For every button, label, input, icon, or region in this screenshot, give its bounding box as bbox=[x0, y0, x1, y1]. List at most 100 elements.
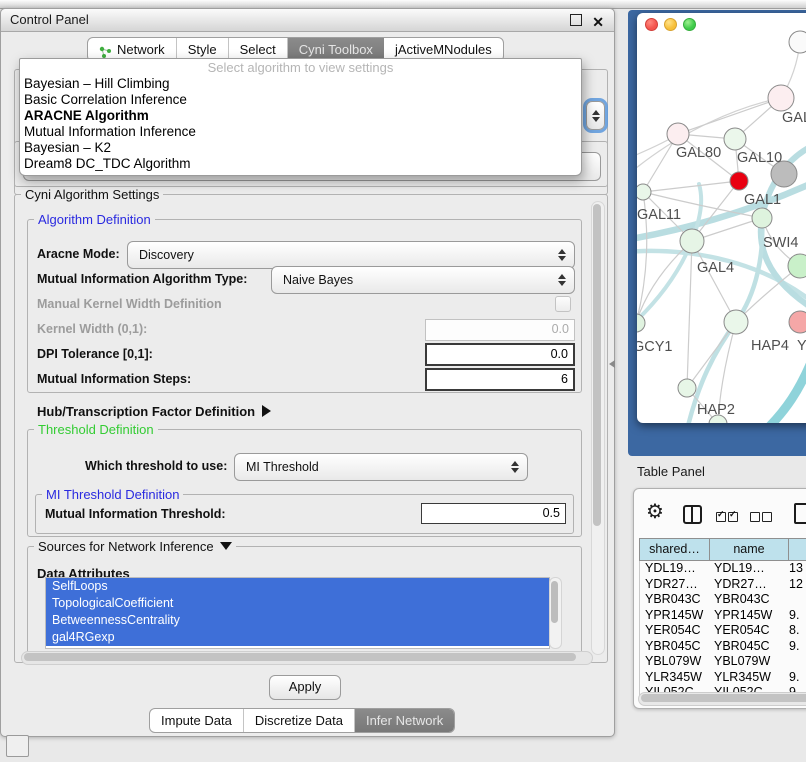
table-cell: YDL19… bbox=[709, 561, 787, 577]
table-column-header[interactable]: A bbox=[789, 539, 806, 560]
table-cell: YDR27… bbox=[640, 577, 709, 593]
network-edge[interactable] bbox=[766, 360, 806, 423]
gear-icon[interactable]: ⚙ bbox=[646, 502, 664, 522]
network-node[interactable] bbox=[789, 311, 806, 333]
hub-section-toggle[interactable]: Hub/Transcription Factor Definition bbox=[37, 404, 271, 419]
combo-arrows-icon bbox=[511, 461, 519, 473]
table-cell: 9. bbox=[787, 670, 806, 686]
table-row[interactable]: YDL19…YDL19…13 bbox=[640, 561, 806, 577]
algorithm-option[interactable]: ARACNE Algorithm bbox=[20, 108, 581, 124]
select-all-icon[interactable] bbox=[716, 509, 740, 527]
which-threshold-select[interactable]: MI Threshold bbox=[234, 453, 528, 481]
settings-hscrollbar[interactable] bbox=[21, 651, 593, 665]
network-node[interactable] bbox=[637, 184, 651, 200]
attribute-item[interactable]: TopologicalCoefficient bbox=[46, 595, 549, 612]
attribute-item[interactable]: gal4RGexp bbox=[46, 629, 549, 646]
algorithm-option[interactable]: Basic Correlation Inference bbox=[20, 92, 581, 108]
network-node[interactable] bbox=[730, 172, 748, 190]
table-row[interactable]: YDR27…YDR27…12 bbox=[640, 577, 806, 593]
panel-splitter-handle[interactable] bbox=[609, 360, 615, 368]
table-body: YDL19…YDL19…13YDR27…YDR27…12YBR043CYBR04… bbox=[639, 561, 806, 701]
network-node[interactable] bbox=[752, 208, 772, 228]
table-row[interactable]: YER054CYER054C8. bbox=[640, 623, 806, 639]
unchecked-box-icon bbox=[762, 512, 772, 522]
dpi-tolerance-field[interactable]: 0.0 bbox=[425, 343, 575, 366]
tab-impute-data[interactable]: Impute Data bbox=[150, 709, 244, 732]
control-panel-window: Control Panel ✕ Network Style Se bbox=[0, 8, 615, 737]
network-node[interactable] bbox=[724, 310, 748, 334]
network-window[interactable]: GALGAL80GAL10GAL1GAL11SWI4GAL4GCY1HAP4YH… bbox=[637, 13, 806, 423]
tab-discretize-data[interactable]: Discretize Data bbox=[244, 709, 355, 732]
scrollbar-thumb[interactable] bbox=[24, 653, 576, 661]
scrollbar-thumb[interactable] bbox=[641, 694, 806, 702]
table-hscrollbar[interactable] bbox=[638, 692, 806, 706]
expanded-arrow-icon bbox=[220, 542, 232, 550]
table-cell: YPR145W bbox=[640, 608, 709, 624]
table-cell: 9. bbox=[787, 639, 806, 655]
algorithm-option[interactable]: Mutual Information Inference bbox=[20, 124, 581, 140]
attribute-item[interactable]: SelfLoops bbox=[46, 578, 549, 595]
apply-button[interactable]: Apply bbox=[269, 675, 341, 700]
mi-threshold-title: MI Threshold Definition bbox=[42, 487, 183, 502]
checked-box-icon bbox=[728, 512, 738, 522]
table-cell: YDL19… bbox=[640, 561, 709, 577]
algorithm-combobox-arrow[interactable] bbox=[586, 101, 605, 130]
attributes-vscrollbar[interactable] bbox=[549, 577, 562, 649]
checked-box-icon bbox=[716, 512, 726, 522]
algorithm-popup-prompt: Select algorithm to view settings bbox=[20, 59, 581, 76]
mi-threshold-label: Mutual Information Threshold: bbox=[45, 507, 226, 521]
network-edge[interactable] bbox=[678, 98, 781, 134]
table-row[interactable]: YBL079WYBL079W bbox=[640, 654, 806, 670]
scrollbar-thumb[interactable] bbox=[593, 204, 601, 526]
algorithm-option[interactable]: Bayesian – Hill Climbing bbox=[20, 76, 581, 92]
table-column-header[interactable]: name bbox=[710, 539, 789, 560]
settings-vscrollbar[interactable] bbox=[591, 201, 605, 655]
control-panel-title: Control Panel bbox=[10, 12, 89, 27]
columns-icon[interactable] bbox=[683, 505, 702, 524]
table-cell: YLR345W bbox=[640, 670, 709, 686]
table-cell bbox=[787, 592, 806, 608]
network-edge[interactable] bbox=[643, 181, 739, 192]
network-node[interactable] bbox=[789, 31, 806, 53]
data-attributes-list[interactable]: SelfLoopsTopologicalCoefficientBetweenne… bbox=[45, 577, 550, 649]
algorithm-popup: Select algorithm to view settings Bayesi… bbox=[19, 58, 582, 176]
aracne-mode-select[interactable]: Discovery bbox=[127, 241, 575, 269]
network-node[interactable] bbox=[788, 254, 806, 278]
mi-type-select[interactable]: Naive Bayes bbox=[271, 266, 575, 294]
mi-steps-field[interactable]: 6 bbox=[425, 368, 575, 391]
table-row[interactable]: YBR045CYBR045C9. bbox=[640, 639, 806, 655]
table-row[interactable]: YBR043CYBR043C bbox=[640, 592, 806, 608]
table-column-header[interactable]: shared… bbox=[640, 539, 710, 560]
scrollbar-thumb[interactable] bbox=[551, 581, 558, 623]
sources-title[interactable]: Sources for Network Inference bbox=[34, 539, 236, 554]
mi-threshold-field[interactable]: 0.5 bbox=[421, 503, 566, 524]
collapsed-panel-button[interactable] bbox=[6, 735, 29, 757]
cyni-settings-title: Cyni Algorithm Settings bbox=[21, 187, 163, 202]
network-node[interactable] bbox=[637, 314, 645, 332]
collapsed-arrow-icon bbox=[262, 405, 271, 417]
network-canvas[interactable]: GALGAL80GAL10GAL1GAL11SWI4GAL4GCY1HAP4YH… bbox=[637, 13, 806, 423]
float-window-icon[interactable] bbox=[570, 14, 582, 26]
tab-infer-network[interactable]: Infer Network bbox=[355, 709, 454, 732]
algorithm-option[interactable]: Dream8 DC_TDC Algorithm bbox=[20, 156, 581, 172]
manual-kernel-checkbox[interactable] bbox=[555, 296, 571, 312]
export-table-icon[interactable] bbox=[794, 503, 806, 524]
table-panel-title: Table Panel bbox=[637, 464, 705, 479]
manual-kernel-label: Manual Kernel Width Definition bbox=[37, 297, 222, 311]
network-edge[interactable] bbox=[692, 241, 736, 322]
deselect-all-icon[interactable] bbox=[750, 509, 774, 527]
network-edge[interactable] bbox=[687, 241, 692, 388]
network-node[interactable] bbox=[724, 128, 746, 150]
network-node[interactable] bbox=[678, 379, 696, 397]
table-cell: YBR045C bbox=[709, 639, 787, 655]
combo-arrows-icon bbox=[558, 274, 566, 286]
algorithm-option[interactable]: Bayesian – K2 bbox=[20, 140, 581, 156]
close-icon[interactable]: ✕ bbox=[592, 11, 604, 33]
table-row[interactable]: YLR345WYLR345W9. bbox=[640, 670, 806, 686]
attribute-item[interactable]: BetweennessCentrality bbox=[46, 612, 549, 629]
network-node[interactable] bbox=[768, 85, 794, 111]
table-row[interactable]: YPR145WYPR145W9. bbox=[640, 608, 806, 624]
kernel-width-field[interactable]: 0.0 bbox=[425, 319, 575, 341]
network-node[interactable] bbox=[680, 229, 704, 253]
network-node[interactable] bbox=[667, 123, 689, 145]
